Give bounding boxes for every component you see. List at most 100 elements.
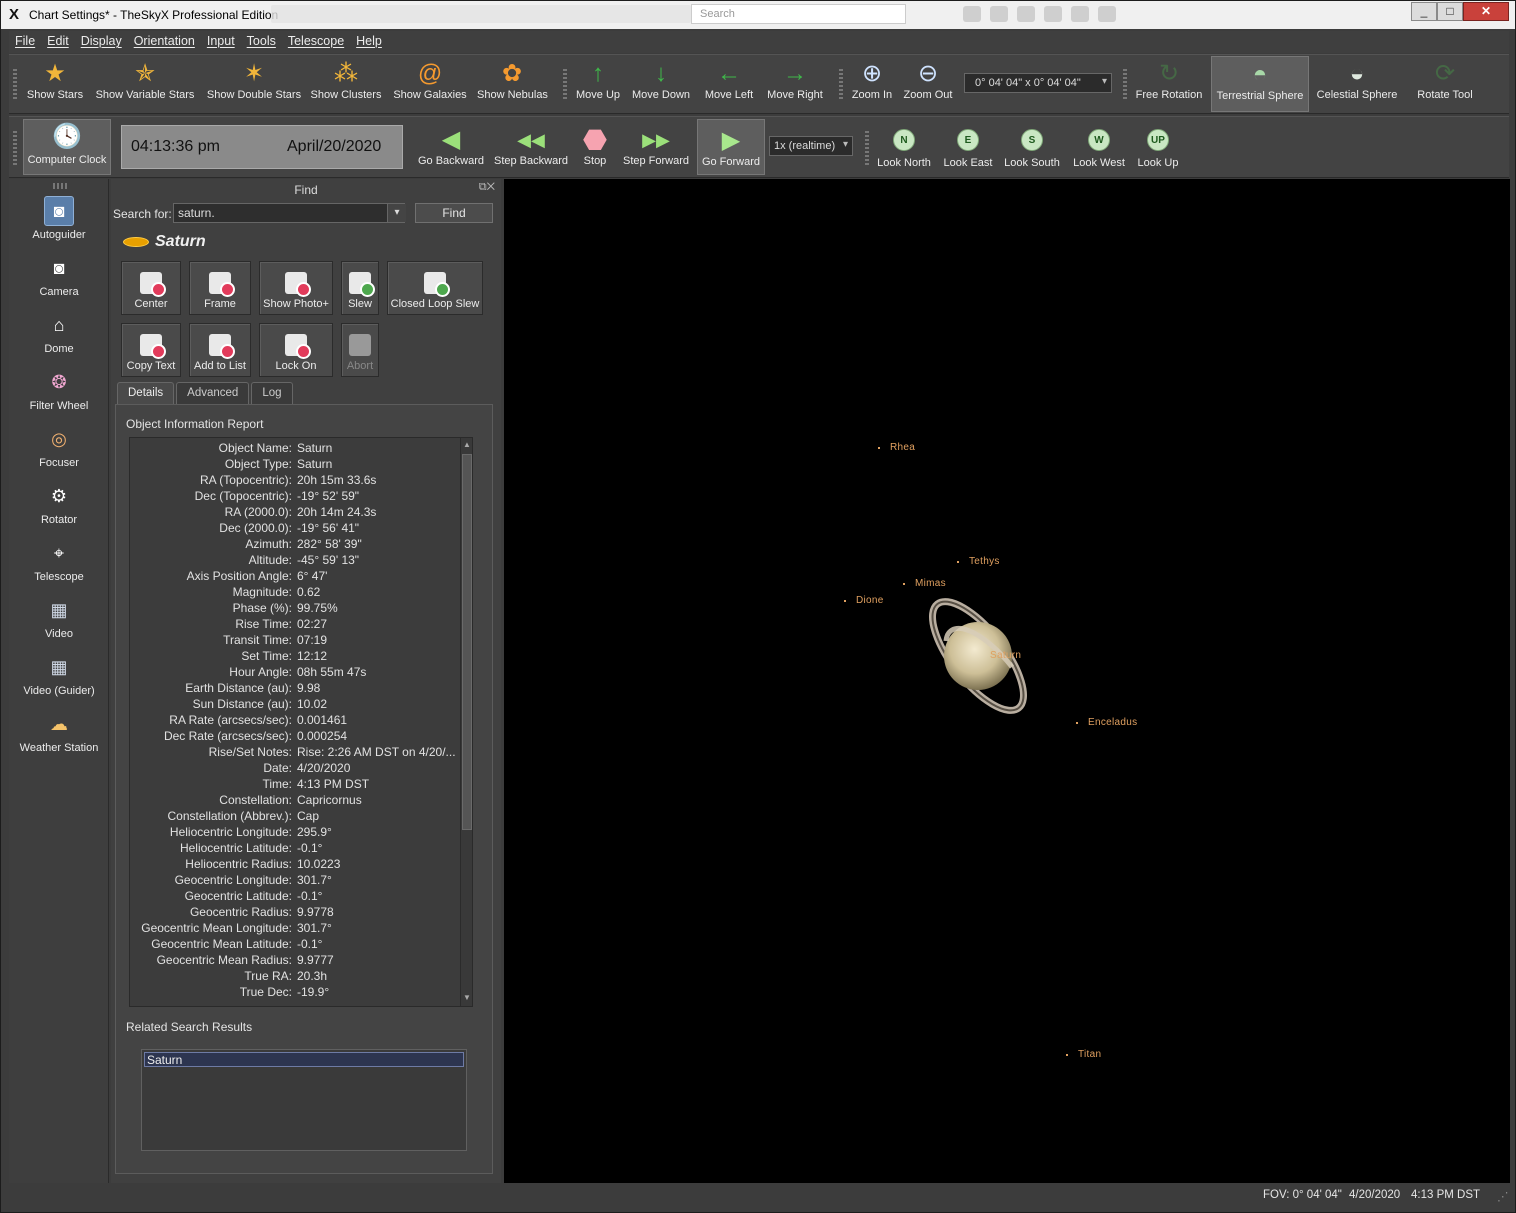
scroll-thumb[interactable] [462, 454, 472, 830]
abort-button[interactable]: Abort [341, 323, 379, 377]
menu-input[interactable]: Input [201, 31, 241, 53]
sidebar-grip[interactable] [53, 183, 67, 189]
stop-button[interactable]: ⬣ Stop [575, 125, 615, 168]
device-video-guider[interactable]: ▦ Video (Guider) [9, 652, 109, 698]
show-stars-button[interactable]: ★ Show Stars [25, 59, 85, 102]
moon-label-tethys[interactable]: Tethys [957, 556, 1000, 567]
show-galaxies-button[interactable]: @ Show Galaxies [393, 59, 467, 102]
terrestrial-sphere-button[interactable]: ◓ Terrestrial Sphere [1211, 56, 1309, 112]
device-weather-station[interactable]: ☁ Weather Station [9, 709, 109, 755]
closed-loop-slew-button[interactable]: Closed Loop Slew [387, 261, 483, 315]
show-variable-stars-button[interactable]: ✯ Show Variable Stars [95, 59, 195, 102]
menu-display[interactable]: Display [75, 31, 128, 53]
show-photo-button[interactable]: Show Photo+ [259, 261, 333, 315]
menu-tools[interactable]: Tools [241, 31, 282, 53]
resize-grip-icon[interactable]: ⋰ [1497, 1189, 1509, 1203]
list-item[interactable]: Saturn [144, 1052, 464, 1067]
step-forward-button[interactable]: ▶▶ Step Forward [619, 125, 693, 167]
center-button[interactable]: Center [121, 261, 181, 315]
toolbar-grip[interactable] [13, 69, 17, 101]
look-east-button[interactable]: E Look East [941, 127, 995, 169]
zoom-out-button[interactable]: ⊖ Zoom Out [903, 59, 953, 102]
go-forward-button[interactable]: ▶ Go Forward [697, 119, 765, 175]
move-right-button[interactable]: → Move Right [765, 59, 825, 102]
moon-label-enceladus[interactable]: Enceladus [1076, 717, 1137, 728]
toolbar-grip[interactable] [563, 69, 567, 101]
device-telescope[interactable]: ⌖ Telescope [9, 538, 109, 584]
taskbar-search[interactable]: Search [691, 4, 906, 24]
add-to-list-button[interactable]: Add to List [189, 323, 251, 377]
device-video[interactable]: ▦ Video [9, 595, 109, 641]
saturn-planet[interactable] [916, 593, 1040, 719]
close-button[interactable]: ✕ [1463, 2, 1509, 21]
rotate-tool-button[interactable]: ⟳ Rotate Tool [1409, 59, 1481, 102]
tab-log[interactable]: Log [251, 382, 293, 404]
move-left-button[interactable]: ← Move Left [701, 59, 757, 102]
scroll-up-icon[interactable]: ▲ [461, 440, 472, 452]
clock-display: 04:13:36 pm April/20/2020 [121, 125, 403, 169]
toolbar-grip[interactable] [1123, 69, 1127, 101]
tray-icon[interactable] [1044, 6, 1062, 22]
tray-icon[interactable] [1071, 6, 1089, 22]
computer-clock-button[interactable]: 🕓 Computer Clock [23, 119, 111, 175]
menu-help[interactable]: Help [350, 31, 388, 53]
fov-select[interactable]: 0° 04' 04" x 0° 04' 04" [964, 73, 1112, 93]
maximize-button[interactable]: □ [1437, 2, 1463, 21]
slew-button[interactable]: Slew [341, 261, 379, 315]
report-scrollbar[interactable]: ▲ ▼ [460, 438, 472, 1006]
moon-label-rhea[interactable]: Rhea [878, 442, 915, 453]
toolbar-grip[interactable] [839, 69, 843, 101]
report-key: Axis Position Angle: [186, 569, 292, 583]
copy-text-button[interactable]: Copy Text [121, 323, 181, 377]
step-backward-button[interactable]: ◀◀ Step Backward [493, 125, 569, 167]
move-down-button[interactable]: ↓ Move Down [631, 59, 691, 102]
go-backward-button[interactable]: ◀ Go Backward [413, 125, 489, 168]
look-west-button[interactable]: W Look West [1071, 127, 1127, 169]
tray-icon[interactable] [990, 6, 1008, 22]
look-south-button[interactable]: S Look South [1003, 127, 1061, 169]
menu-telescope[interactable]: Telescope [282, 31, 350, 53]
moon-label-titan[interactable]: Titan [1066, 1049, 1101, 1060]
planet-label-saturn[interactable]: Saturn [990, 650, 1021, 661]
celestial-sphere-button[interactable]: ◒ Celestial Sphere [1313, 59, 1401, 102]
search-input[interactable]: saturn. [173, 203, 406, 223]
panel-close-icon[interactable]: ⧉✕ [479, 181, 495, 194]
show-double-stars-button[interactable]: ✶ Show Double Stars [205, 59, 303, 102]
tab-advanced[interactable]: Advanced [176, 382, 250, 404]
device-dome[interactable]: ⌂ Dome [9, 310, 109, 356]
scroll-down-icon[interactable]: ▼ [461, 993, 472, 1005]
menu-file[interactable]: File [9, 31, 41, 53]
zoom-in-button[interactable]: ⊕ Zoom In [849, 59, 895, 102]
sky-chart[interactable]: Rhea Tethys Mimas Dione Saturn Enceladus… [504, 179, 1510, 1183]
tray-icon[interactable] [1098, 6, 1116, 22]
detail-tabs: Details Advanced Log [117, 382, 295, 404]
find-button[interactable]: Find [415, 203, 493, 223]
move-up-button[interactable]: ↑ Move Up [573, 59, 623, 102]
menu-orientation[interactable]: Orientation [128, 31, 201, 53]
frame-button[interactable]: Frame [189, 261, 251, 315]
tray-icon[interactable] [1017, 6, 1035, 22]
show-clusters-button[interactable]: ⁂ Show Clusters [309, 59, 383, 102]
lock-on-button[interactable]: Lock On [259, 323, 333, 377]
toolbar-grip[interactable] [13, 131, 17, 165]
device-filter-wheel[interactable]: ❂ Filter Wheel [9, 367, 109, 413]
look-up-button[interactable]: UP Look Up [1135, 127, 1181, 169]
time-rate-select[interactable]: 1x (realtime) [769, 136, 853, 156]
free-rotation-button[interactable]: ↻ Free Rotation [1131, 59, 1207, 102]
device-autoguider[interactable]: ◙ Autoguider [9, 196, 109, 241]
device-focuser[interactable]: ◎ Focuser [9, 424, 109, 470]
menu-edit[interactable]: Edit [41, 31, 75, 53]
photo-icon [260, 268, 332, 298]
show-nebulas-button[interactable]: ✿ Show Nebulas [477, 59, 548, 102]
minimize-button[interactable]: _ [1411, 2, 1437, 21]
toolbar-grip[interactable] [865, 131, 869, 165]
tray-icon[interactable] [963, 6, 981, 22]
table-row: Sun Distance (au): 10.02 [130, 697, 460, 713]
report-key: Time: [262, 777, 292, 791]
device-camera[interactable]: ◙ Camera [9, 253, 109, 299]
tab-details[interactable]: Details [117, 382, 175, 404]
look-north-button[interactable]: N Look North [875, 127, 933, 169]
moon-label-dione[interactable]: Dione [844, 595, 884, 606]
device-rotator[interactable]: ⚙ Rotator [9, 481, 109, 527]
moon-label-mimas[interactable]: Mimas [903, 578, 946, 589]
